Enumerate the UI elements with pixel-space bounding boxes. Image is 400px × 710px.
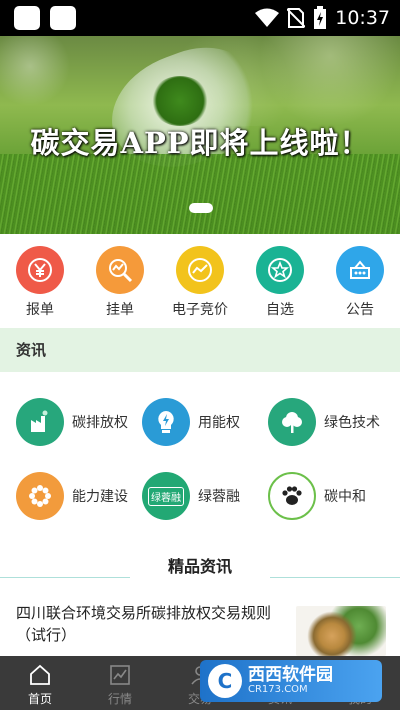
quick-item-guadan[interactable]: 挂单 (80, 246, 160, 319)
factory-icon (16, 398, 64, 446)
paw-icon (268, 472, 316, 520)
flower-icon (16, 472, 64, 520)
watermark: C 西西软件园 CR173.COM (200, 660, 382, 702)
yuan-icon (16, 246, 64, 294)
section-title-news: 资讯 (0, 328, 400, 372)
wifi-icon (255, 8, 280, 27)
status-bar: 10:37 (0, 0, 400, 36)
news-title: 四川联合环境交易所碳排放权交易规则（试行） (16, 604, 272, 644)
quick-item-baodan[interactable]: 报单 (0, 246, 80, 319)
news-item[interactable]: 四川联合环境交易所碳排放权交易规则（试行） (0, 590, 400, 656)
banner-title: 碳交易APP即将上线啦！ (30, 126, 370, 160)
battery-charging-icon (314, 6, 327, 29)
divider (0, 577, 130, 578)
grass-image (0, 154, 400, 234)
quick-item-auction[interactable]: 电子竞价 (160, 246, 240, 319)
category-label: 碳中和 (324, 489, 366, 505)
notification-icon (50, 6, 76, 30)
tab-label: 首页 (27, 692, 52, 706)
category-label: 绿色技术 (324, 415, 380, 431)
chart-icon (107, 662, 133, 688)
trend-icon (176, 246, 224, 294)
quick-item-label: 自选 (266, 302, 294, 318)
divider (270, 577, 400, 578)
watermark-url: CR173.COM (248, 684, 308, 695)
search-chart-icon (96, 246, 144, 294)
lightning-bulb-icon (142, 398, 190, 446)
featured-title: 精品资讯 (157, 557, 242, 576)
quick-item-label: 公告 (346, 302, 374, 318)
tree-icon (268, 398, 316, 446)
tab-home[interactable]: 首页 (10, 662, 70, 707)
home-icon (27, 662, 53, 688)
star-icon (256, 246, 304, 294)
category-label: 碳排放权 (72, 415, 128, 431)
quick-item-label: 挂单 (106, 302, 134, 318)
watermark-logo: C (208, 664, 242, 698)
tab-market[interactable]: 行情 (90, 662, 150, 707)
quick-item-announcements[interactable]: 公告 (320, 246, 400, 319)
category-label: 能力建设 (72, 489, 128, 505)
category-green-finance[interactable]: 绿蓉融 绿蓉融 (142, 472, 240, 520)
quick-item-label: 报单 (26, 302, 54, 318)
green-finance-badge: 绿蓉融 (148, 486, 184, 506)
carousel-indicator[interactable] (189, 203, 213, 213)
announcement-icon (336, 246, 384, 294)
news-thumbnail (296, 606, 386, 656)
quick-item-label: 电子竞价 (172, 302, 228, 318)
category-label: 用能权 (198, 415, 240, 431)
category-green-tech[interactable]: 绿色技术 (268, 398, 380, 446)
category-energy-rights[interactable]: 用能权 (142, 398, 240, 446)
category-label: 绿蓉融 (198, 489, 240, 505)
category-carbon-neutral[interactable]: 碳中和 (268, 472, 366, 520)
watermark-name: 西西软件园 (248, 665, 333, 685)
quick-menu: 报单 挂单 电子竞价 自选 公告 (0, 234, 400, 328)
no-sim-icon (287, 8, 306, 28)
category-capacity-building[interactable]: 能力建设 (16, 472, 128, 520)
tab-label: 行情 (107, 692, 132, 706)
green-finance-icon: 绿蓉融 (142, 472, 190, 520)
clock: 10:37 (335, 7, 390, 29)
category-carbon-emission[interactable]: 碳排放权 (16, 398, 128, 446)
notification-icon (14, 6, 40, 30)
quick-item-favorites[interactable]: 自选 (240, 246, 320, 319)
banner-carousel[interactable]: 碳交易APP即将上线啦！ (0, 36, 400, 234)
featured-header: 精品资讯 (0, 544, 400, 590)
news-category-grid: 碳排放权 用能权 绿色技术 能力建设 绿蓉融 绿蓉融 碳中和 (0, 372, 400, 544)
